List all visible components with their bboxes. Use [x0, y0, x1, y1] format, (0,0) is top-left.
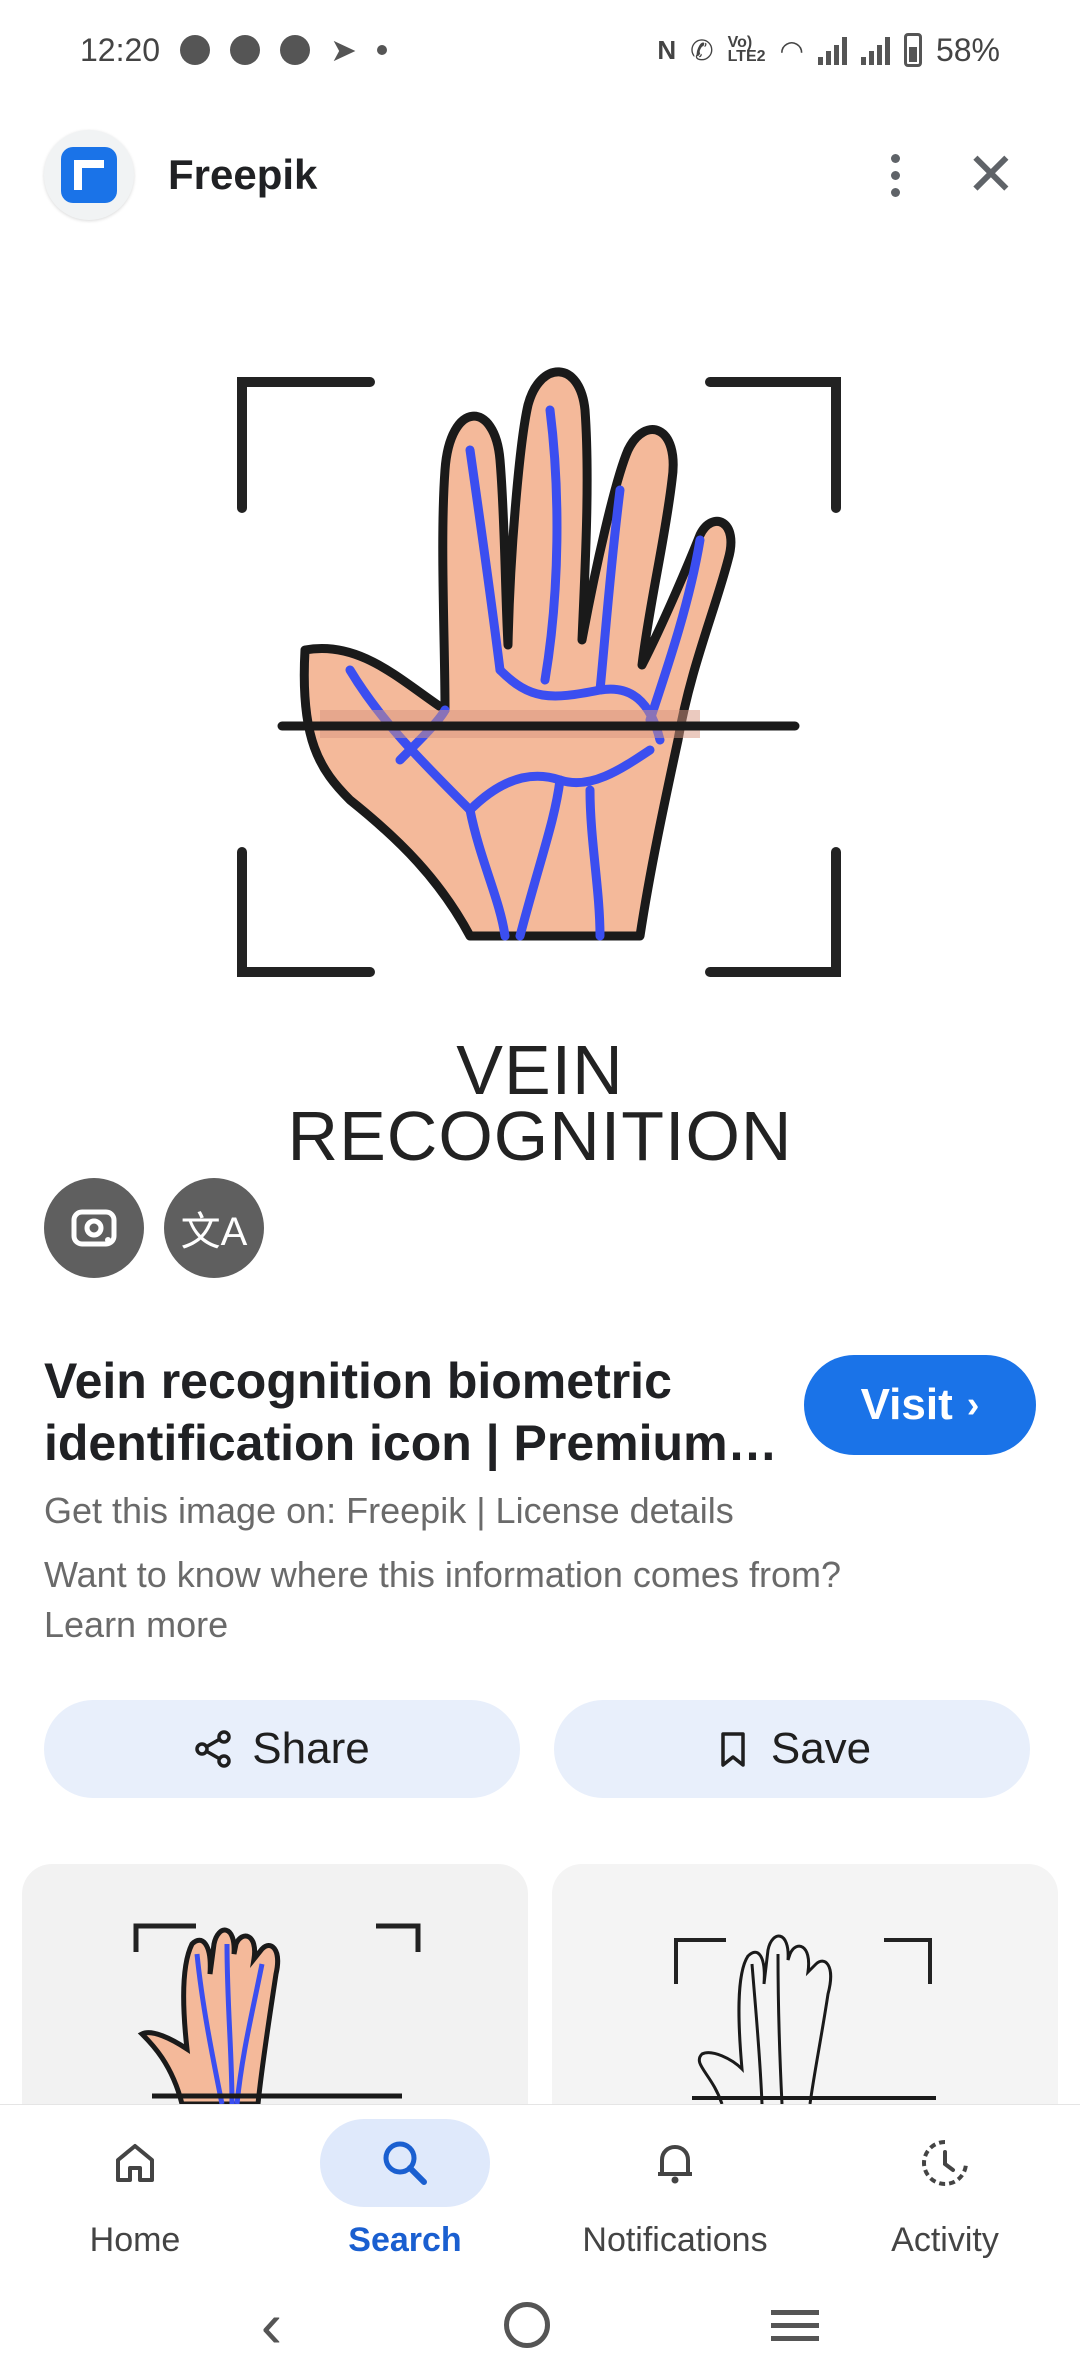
hero-image[interactable]: VEIN RECOGNITION [0, 340, 1080, 1200]
chevron-right-icon: › [966, 1383, 980, 1426]
bottom-navigation: Home Search Notifications Activity [0, 2104, 1080, 2274]
volte-icon: Vo) LTE2 [727, 34, 766, 65]
nav-search-label: Search [348, 2221, 462, 2259]
google-lens-icon[interactable] [44, 1178, 144, 1278]
nav-home[interactable]: Home [0, 2105, 270, 2274]
related-image-2-preview [674, 1934, 936, 2104]
related-image-2[interactable] [552, 1864, 1058, 2104]
visit-label: Visit [860, 1380, 953, 1429]
vein-recognition-illustration [237, 367, 841, 977]
bell-icon [590, 2119, 760, 2207]
status-bar: 12:20 ➤ N ✆ Vo) LTE2 ◠ 58% [0, 0, 1080, 100]
related-image-1-preview [133, 1923, 421, 2104]
related-image-1[interactable] [22, 1864, 528, 2104]
source-text[interactable]: Get this image on: Freepik | License det… [44, 1490, 734, 1532]
site-name: Freepik [168, 151, 318, 198]
share-label: Share [252, 1724, 370, 1773]
result-title[interactable]: Vein recognition biometric identificatio… [44, 1350, 784, 1474]
status-left: 12:20 ➤ [80, 31, 387, 69]
home-icon [50, 2119, 220, 2207]
info-text[interactable]: Want to know where this information come… [44, 1550, 904, 1650]
status-right: N ✆ Vo) LTE2 ◠ 58% [657, 32, 1000, 69]
nav-search[interactable]: Search [270, 2105, 540, 2274]
translate-icon[interactable]: 文A [164, 1178, 264, 1278]
close-icon[interactable]: ✕ [966, 145, 1016, 205]
share-icon [195, 1730, 232, 1768]
nfc-icon: N [657, 34, 677, 65]
nav-home-label: Home [89, 2221, 181, 2259]
search-icon [320, 2119, 490, 2207]
messenger-icon [280, 35, 311, 65]
nav-activity[interactable]: Activity [810, 2105, 1080, 2274]
activity-icon [860, 2119, 1030, 2207]
status-time: 12:20 [80, 31, 161, 68]
nav-notifications-label: Notifications [582, 2221, 768, 2259]
facebook-icon [230, 35, 261, 65]
share-button[interactable]: Share [44, 1700, 520, 1798]
dot-icon [376, 45, 387, 55]
more-vert-icon[interactable] [890, 153, 900, 197]
call-icon: ✆ [690, 34, 714, 66]
signal-icon [817, 35, 847, 65]
recents-icon[interactable] [771, 2309, 820, 2341]
nav-notifications[interactable]: Notifications [540, 2105, 810, 2274]
nav-activity-label: Activity [891, 2221, 999, 2259]
facebook-icon [180, 35, 211, 65]
battery-icon [903, 33, 922, 67]
freepik-logo-icon[interactable] [44, 130, 134, 220]
battery-percent: 58% [935, 31, 1000, 68]
back-icon[interactable]: ‹ [261, 2288, 282, 2362]
wifi-icon: ◠ [779, 34, 804, 66]
hero-caption-line2: RECOGNITION [287, 1097, 793, 1175]
system-navigation-bar: ‹ [0, 2274, 1080, 2376]
bookmark-icon [721, 1732, 745, 1767]
save-button[interactable]: Save [554, 1700, 1030, 1798]
signal-icon [860, 35, 890, 65]
home-button-icon[interactable] [503, 2302, 550, 2348]
visit-button[interactable]: Visit › [804, 1355, 1036, 1455]
app-bar: Freepik ✕ [0, 120, 1080, 230]
telegram-icon: ➤ [330, 32, 357, 68]
save-label: Save [770, 1724, 872, 1773]
